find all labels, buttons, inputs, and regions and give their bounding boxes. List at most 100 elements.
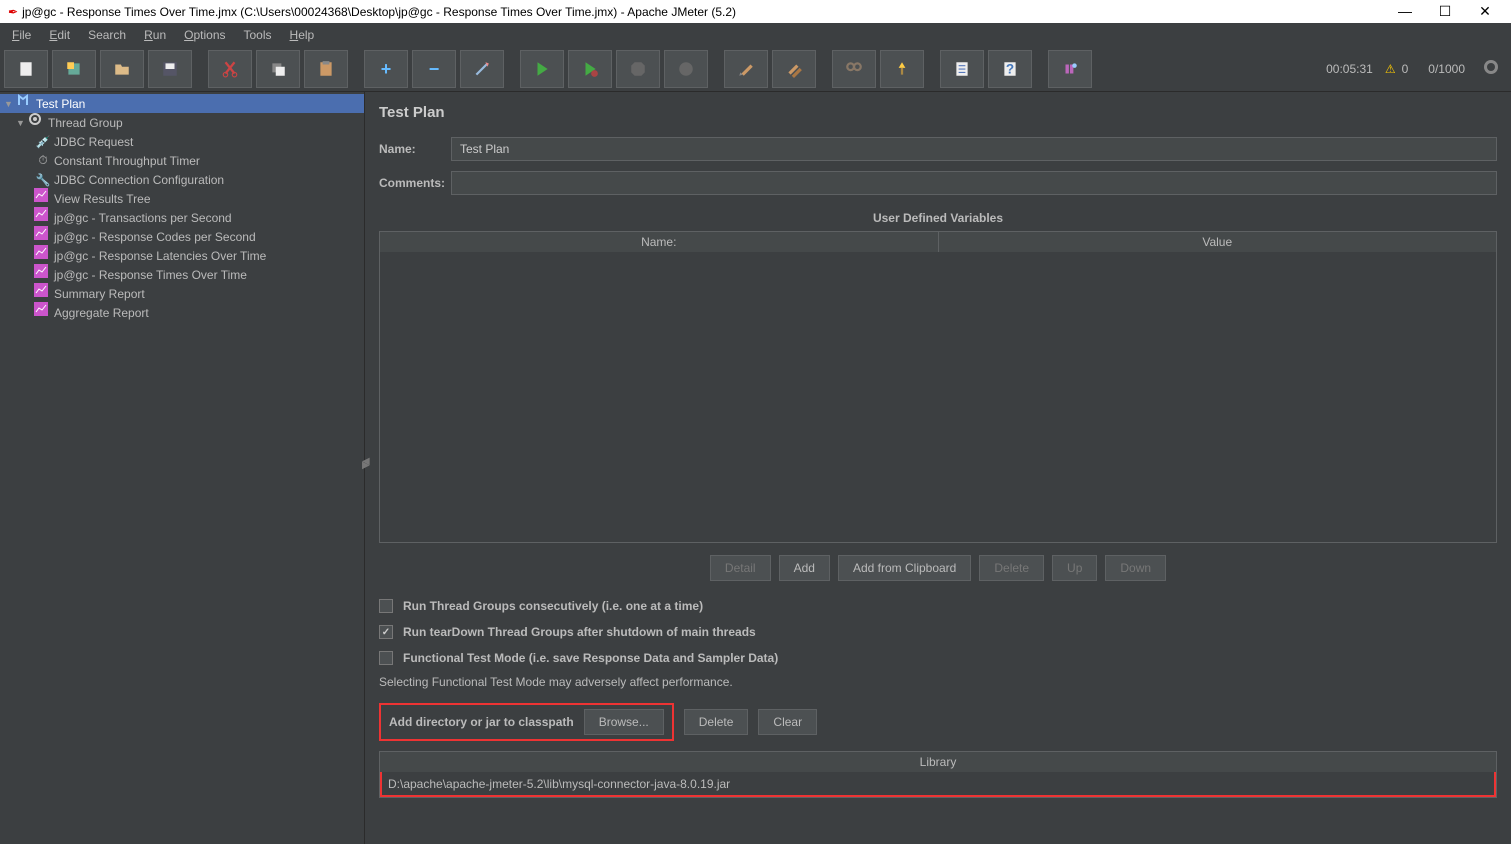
- expand-button[interactable]: +: [364, 50, 408, 88]
- udv-table-body[interactable]: [380, 252, 1496, 542]
- paste-button[interactable]: [304, 50, 348, 88]
- stop-button[interactable]: [616, 50, 660, 88]
- classpath-clear-button[interactable]: Clear: [758, 709, 817, 735]
- tree-label: JDBC Connection Configuration: [52, 173, 224, 187]
- chart-icon: [34, 207, 52, 228]
- library-row[interactable]: D:\apache\apache-jmeter-5.2\lib\mysql-co…: [380, 772, 1496, 797]
- reset-search-button[interactable]: [880, 50, 924, 88]
- status-icon: [1477, 59, 1507, 80]
- window-title: jp@gc - Response Times Over Time.jmx (C:…: [22, 5, 1395, 19]
- close-button[interactable]: ✕: [1475, 3, 1495, 20]
- consecutive-label: Run Thread Groups consecutively (i.e. on…: [403, 599, 703, 613]
- timer-icon: ⏱: [34, 153, 52, 168]
- library-path: D:\apache\apache-jmeter-5.2\lib\mysql-co…: [388, 777, 730, 791]
- clear-all-button[interactable]: [772, 50, 816, 88]
- library-table[interactable]: Library D:\apache\apache-jmeter-5.2\lib\…: [379, 751, 1497, 798]
- menu-edit[interactable]: Edit: [41, 26, 78, 44]
- tree-node-testplan[interactable]: ▼ Test Plan: [0, 94, 364, 113]
- down-button[interactable]: Down: [1105, 555, 1166, 581]
- chart-icon: [34, 226, 52, 247]
- tree-node-item[interactable]: Aggregate Report: [0, 303, 364, 322]
- functional-checkbox[interactable]: [379, 651, 393, 665]
- window-titlebar: ✒ jp@gc - Response Times Over Time.jmx (…: [0, 0, 1511, 23]
- teardown-checkbox[interactable]: [379, 625, 393, 639]
- cut-button[interactable]: [208, 50, 252, 88]
- col-library[interactable]: Library: [380, 752, 1496, 772]
- tree-node-item[interactable]: jp@gc - Response Times Over Time: [0, 265, 364, 284]
- help-button[interactable]: ?: [988, 50, 1032, 88]
- name-input[interactable]: [451, 137, 1497, 161]
- open-button[interactable]: [100, 50, 144, 88]
- tree-label: View Results Tree: [52, 192, 151, 206]
- tree-label: Aggregate Report: [52, 306, 149, 320]
- function-helper-button[interactable]: [940, 50, 984, 88]
- copy-button[interactable]: [256, 50, 300, 88]
- add-clipboard-button[interactable]: Add from Clipboard: [838, 555, 971, 581]
- menu-file[interactable]: File: [4, 26, 39, 44]
- classpath-delete-button[interactable]: Delete: [684, 709, 749, 735]
- warning-icon[interactable]: ⚠: [1385, 62, 1396, 76]
- save-button[interactable]: [148, 50, 192, 88]
- search-tree-button[interactable]: [832, 50, 876, 88]
- templates-button[interactable]: [52, 50, 96, 88]
- up-button[interactable]: Up: [1052, 555, 1097, 581]
- tree-label: Summary Report: [52, 287, 145, 301]
- app-icon: ✒: [8, 5, 18, 19]
- chart-icon: [34, 302, 52, 323]
- udv-heading: User Defined Variables: [379, 205, 1497, 231]
- tree-node-item[interactable]: jp@gc - Transactions per Second: [0, 208, 364, 227]
- tree-node-item[interactable]: 🔧JDBC Connection Configuration: [0, 170, 364, 189]
- browse-button[interactable]: Browse...: [584, 709, 664, 735]
- comments-input[interactable]: [451, 171, 1497, 195]
- menu-bar: File Edit Search Run Options Tools Help: [0, 23, 1511, 47]
- testplan-icon: [16, 93, 34, 114]
- udv-table[interactable]: Name: Value: [379, 231, 1497, 543]
- comments-label: Comments:: [379, 176, 443, 190]
- tree-label: jp@gc - Transactions per Second: [52, 211, 232, 225]
- col-name[interactable]: Name:: [380, 232, 939, 252]
- tree-node-item[interactable]: ⏱Constant Throughput Timer: [0, 151, 364, 170]
- wrench-icon: 🔧: [34, 173, 52, 187]
- tree-node-item[interactable]: View Results Tree: [0, 189, 364, 208]
- tree-node-threadgroup[interactable]: ▼ Thread Group: [0, 113, 364, 132]
- menu-search[interactable]: Search: [80, 26, 134, 44]
- maximize-button[interactable]: ☐: [1435, 3, 1455, 20]
- tree-node-item[interactable]: jp@gc - Response Latencies Over Time: [0, 246, 364, 265]
- tree-node-item[interactable]: Summary Report: [0, 284, 364, 303]
- tree-node-item[interactable]: 💉JDBC Request: [0, 132, 364, 151]
- main-panel: Test Plan Name: Comments: User Defined V…: [365, 92, 1511, 844]
- col-value[interactable]: Value: [939, 232, 1497, 252]
- detail-button[interactable]: Detail: [710, 555, 771, 581]
- minimize-button[interactable]: —: [1395, 3, 1415, 20]
- svg-text:?: ?: [1006, 62, 1014, 77]
- pipette-icon: 💉: [34, 135, 52, 149]
- collapse-arrow-icon[interactable]: ▼: [16, 118, 28, 128]
- start-button[interactable]: [520, 50, 564, 88]
- toolbar: + − ? 00:05:31 ⚠ 0 0/1000: [0, 47, 1511, 92]
- menu-help[interactable]: Help: [282, 26, 323, 44]
- name-label: Name:: [379, 142, 443, 156]
- new-button[interactable]: [4, 50, 48, 88]
- menu-tools[interactable]: Tools: [236, 26, 280, 44]
- start-no-pause-button[interactable]: [568, 50, 612, 88]
- clear-button[interactable]: [724, 50, 768, 88]
- plugins-button[interactable]: [1048, 50, 1092, 88]
- delete-button[interactable]: Delete: [979, 555, 1044, 581]
- consecutive-checkbox[interactable]: [379, 599, 393, 613]
- collapse-button[interactable]: −: [412, 50, 456, 88]
- chart-icon: [34, 188, 52, 209]
- tree-label: Constant Throughput Timer: [52, 154, 200, 168]
- menu-options[interactable]: Options: [176, 26, 233, 44]
- warning-count: 0: [1400, 62, 1417, 76]
- tree-label: jp@gc - Response Codes per Second: [52, 230, 256, 244]
- menu-run[interactable]: Run: [136, 26, 174, 44]
- toggle-button[interactable]: [460, 50, 504, 88]
- chart-icon: [34, 245, 52, 266]
- collapse-arrow-icon[interactable]: ▼: [4, 99, 16, 109]
- splitter-handle[interactable]: ◀▶: [362, 460, 370, 480]
- tree-node-item[interactable]: jp@gc - Response Codes per Second: [0, 227, 364, 246]
- classpath-label: Add directory or jar to classpath: [389, 715, 574, 729]
- add-button[interactable]: Add: [779, 555, 830, 581]
- shutdown-button[interactable]: [664, 50, 708, 88]
- test-tree[interactable]: ▼ Test Plan ▼ Thread Group 💉JDBC Request…: [0, 92, 365, 844]
